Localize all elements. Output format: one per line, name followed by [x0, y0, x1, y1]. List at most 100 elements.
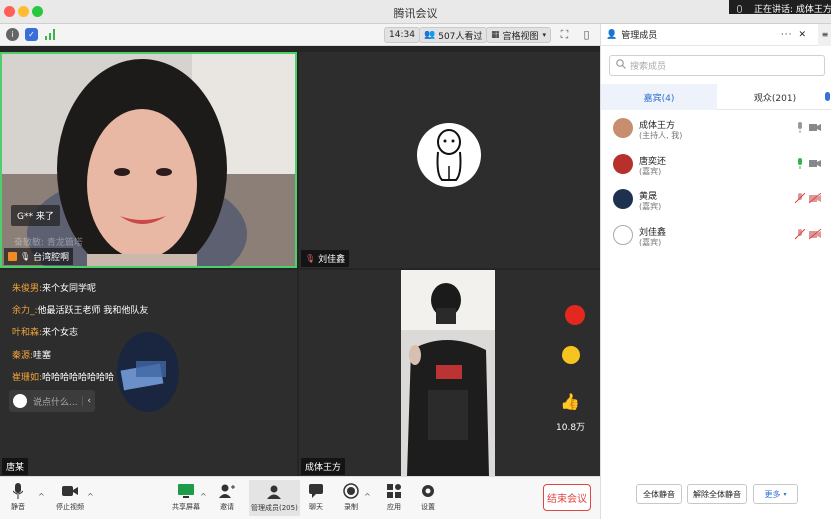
member-role: (主持人, 我): [639, 131, 683, 140]
tab-audience[interactable]: 观众(201): [717, 84, 831, 110]
apps-icon: [386, 483, 402, 499]
chevron-left-icon[interactable]: ‹: [82, 396, 95, 406]
participant-name-tag: 成体王方: [301, 458, 346, 475]
member-role: (嘉宾): [639, 167, 662, 176]
microphone-icon: [10, 483, 26, 499]
video-tile-speaker[interactable]: G** 来了 奋敏敏: 青龙篇塔 🎙 台湾腔啊: [0, 52, 297, 268]
host-badge-icon: [8, 252, 17, 261]
member-row[interactable]: 刘佳鑫 (嘉宾): [613, 225, 823, 249]
fullscreen-button[interactable]: ⛶: [557, 27, 572, 42]
manage-members-button[interactable]: 管理成员(205): [249, 480, 300, 516]
invite-button[interactable]: 邀请: [219, 483, 235, 512]
flower-icon[interactable]: [565, 305, 585, 325]
tab-guests[interactable]: 嘉宾(4): [601, 84, 717, 110]
chat-message: 朱俊男:来个女同学呢: [12, 284, 97, 294]
mic-active-icon[interactable]: [795, 158, 805, 169]
chevron-up-icon[interactable]: ^: [200, 492, 207, 501]
info-icon[interactable]: i: [6, 28, 19, 41]
chat-message: 崔珊如:哈哈哈哈哈哈哈哈: [12, 373, 115, 383]
people-icon: 👥: [424, 30, 436, 40]
circular-video-thumbnail: [117, 332, 179, 412]
avatar: [613, 154, 633, 174]
mic-muted-icon[interactable]: [795, 193, 805, 204]
camera-icon[interactable]: [809, 122, 821, 133]
sidebar-toggle-button[interactable]: ▯: [579, 27, 594, 42]
live-video: [401, 270, 495, 476]
camera-icon: [62, 483, 78, 499]
share-screen-icon: [178, 483, 194, 499]
menu-icon[interactable]: ≡: [818, 23, 831, 46]
share-screen-button[interactable]: 共享屏幕: [172, 483, 200, 512]
unmute-all-button[interactable]: 解除全体静音: [687, 484, 747, 504]
participant-name: 成体王方: [305, 463, 342, 473]
chevron-down-icon: ▾: [783, 490, 787, 498]
meeting-controls: 静音 ^ 停止视频 ^ 共享屏幕 ^ 邀请 管理成员(205) 聊天 录制 ^: [0, 476, 600, 519]
video-tile-live[interactable]: 👍 10.8万 成体王方: [299, 270, 600, 476]
participant-name: 唐某: [6, 463, 25, 473]
chat-message: 叶和森:来个女志: [12, 328, 79, 338]
window-title: 腾讯会议: [393, 7, 438, 20]
record-button[interactable]: 录制: [343, 483, 359, 512]
camera-icon[interactable]: [809, 158, 821, 169]
mic-muted-icon: 🎙: [305, 254, 316, 263]
mic-icon: 🎙: [20, 252, 31, 261]
view-mode-dropdown[interactable]: ▦ 宫格视图 ▾: [486, 27, 552, 43]
member-row[interactable]: 成体王方 (主持人, 我): [613, 118, 823, 142]
member-row[interactable]: 黄晟 (嘉宾): [613, 189, 823, 213]
camera-off-icon[interactable]: [809, 229, 821, 240]
search-members-input[interactable]: 搜索成员: [609, 55, 825, 76]
people-icon: [266, 484, 282, 500]
shield-icon[interactable]: ✓: [25, 28, 38, 41]
faded-comment: 奋敏敏: 青龙篇塔: [14, 238, 83, 248]
chat-button[interactable]: 聊天: [308, 483, 324, 512]
chat-input[interactable]: 说点什么... ‹: [9, 390, 95, 412]
chevron-up-icon[interactable]: ^: [38, 492, 45, 501]
end-meeting-button[interactable]: 结束会议: [543, 484, 591, 511]
mic-icon[interactable]: [795, 122, 805, 133]
chevron-up-icon[interactable]: ^: [364, 492, 371, 501]
gear-icon: [420, 483, 436, 499]
more-button[interactable]: 更多 ▾: [753, 484, 798, 504]
search-placeholder: 搜索成员: [630, 62, 667, 72]
video-tile-chat[interactable]: 朱俊男:来个女同学呢 余力_:他最活跃王老师 我和他队友 叶和森:来个女志 秦源…: [0, 270, 297, 476]
speaking-text: 正在讲话: 成体王方;: [754, 5, 831, 14]
chat-placeholder: 说点什么...: [33, 397, 78, 408]
close-icon[interactable]: ✕: [798, 30, 806, 40]
member-role: (嘉宾): [639, 238, 662, 247]
video-tile-guest[interactable]: 🎙 刘佳鑫: [299, 52, 600, 268]
viewer-count-button[interactable]: 👥 507人看过: [419, 27, 488, 43]
mute-button[interactable]: 静音: [10, 483, 26, 512]
avatar: [613, 118, 633, 138]
like-count: 10.8万: [556, 423, 586, 433]
meeting-toolbar: i ✓ 14:34 👥 507人看过 ▦ 宫格视图 ▾ ⛶ ▯: [0, 24, 600, 46]
stop-video-button[interactable]: 停止视频: [56, 483, 84, 512]
record-icon: [343, 483, 359, 499]
camera-off-icon[interactable]: [809, 193, 821, 204]
title-bar: 腾讯会议 正在讲话: 成体王方;: [0, 0, 831, 24]
chevron-up-icon[interactable]: ^: [87, 492, 94, 501]
panel-title: 管理成员: [621, 31, 658, 41]
member-row[interactable]: 唐奕还 (嘉宾): [613, 154, 823, 178]
signal-icon[interactable]: [44, 28, 57, 41]
thumbs-up-icon[interactable]: 👍: [560, 392, 580, 411]
mic-muted-icon[interactable]: [795, 229, 805, 240]
settings-button[interactable]: 设置: [420, 483, 436, 512]
more-options-icon[interactable]: ···: [781, 30, 793, 40]
mute-all-button[interactable]: 全体静音: [636, 484, 682, 504]
smile-icon[interactable]: [562, 346, 580, 364]
speaking-indicator: 正在讲话: 成体王方;: [729, 0, 831, 14]
avatar-illustration: [417, 123, 481, 187]
avatar: [613, 189, 633, 209]
members-panel: 👤 管理成员 ··· ✕ ≡ 搜索成员 嘉宾(4) 观众(201) 成体王方 (…: [600, 23, 831, 519]
member-tabs: 嘉宾(4) 观众(201): [601, 84, 831, 110]
apps-button[interactable]: 应用: [386, 483, 402, 512]
meeting-window: 腾讯会议 正在讲话: 成体王方; i ✓ 14:34 👥 507人看过 ▦ 宫格视图…: [0, 0, 831, 519]
chat-message: 余力_:他最活跃王老师 我和他队友: [12, 306, 149, 316]
chat-icon: [308, 483, 324, 499]
emoji-icon[interactable]: [13, 394, 27, 408]
participant-name-tag: 🎙 刘佳鑫: [301, 250, 350, 267]
view-mode-label: 宫格视图: [502, 31, 539, 42]
participant-name-tag: 唐某: [2, 458, 29, 475]
join-notice: G** 来了: [11, 205, 60, 226]
add-user-icon: [219, 483, 235, 499]
